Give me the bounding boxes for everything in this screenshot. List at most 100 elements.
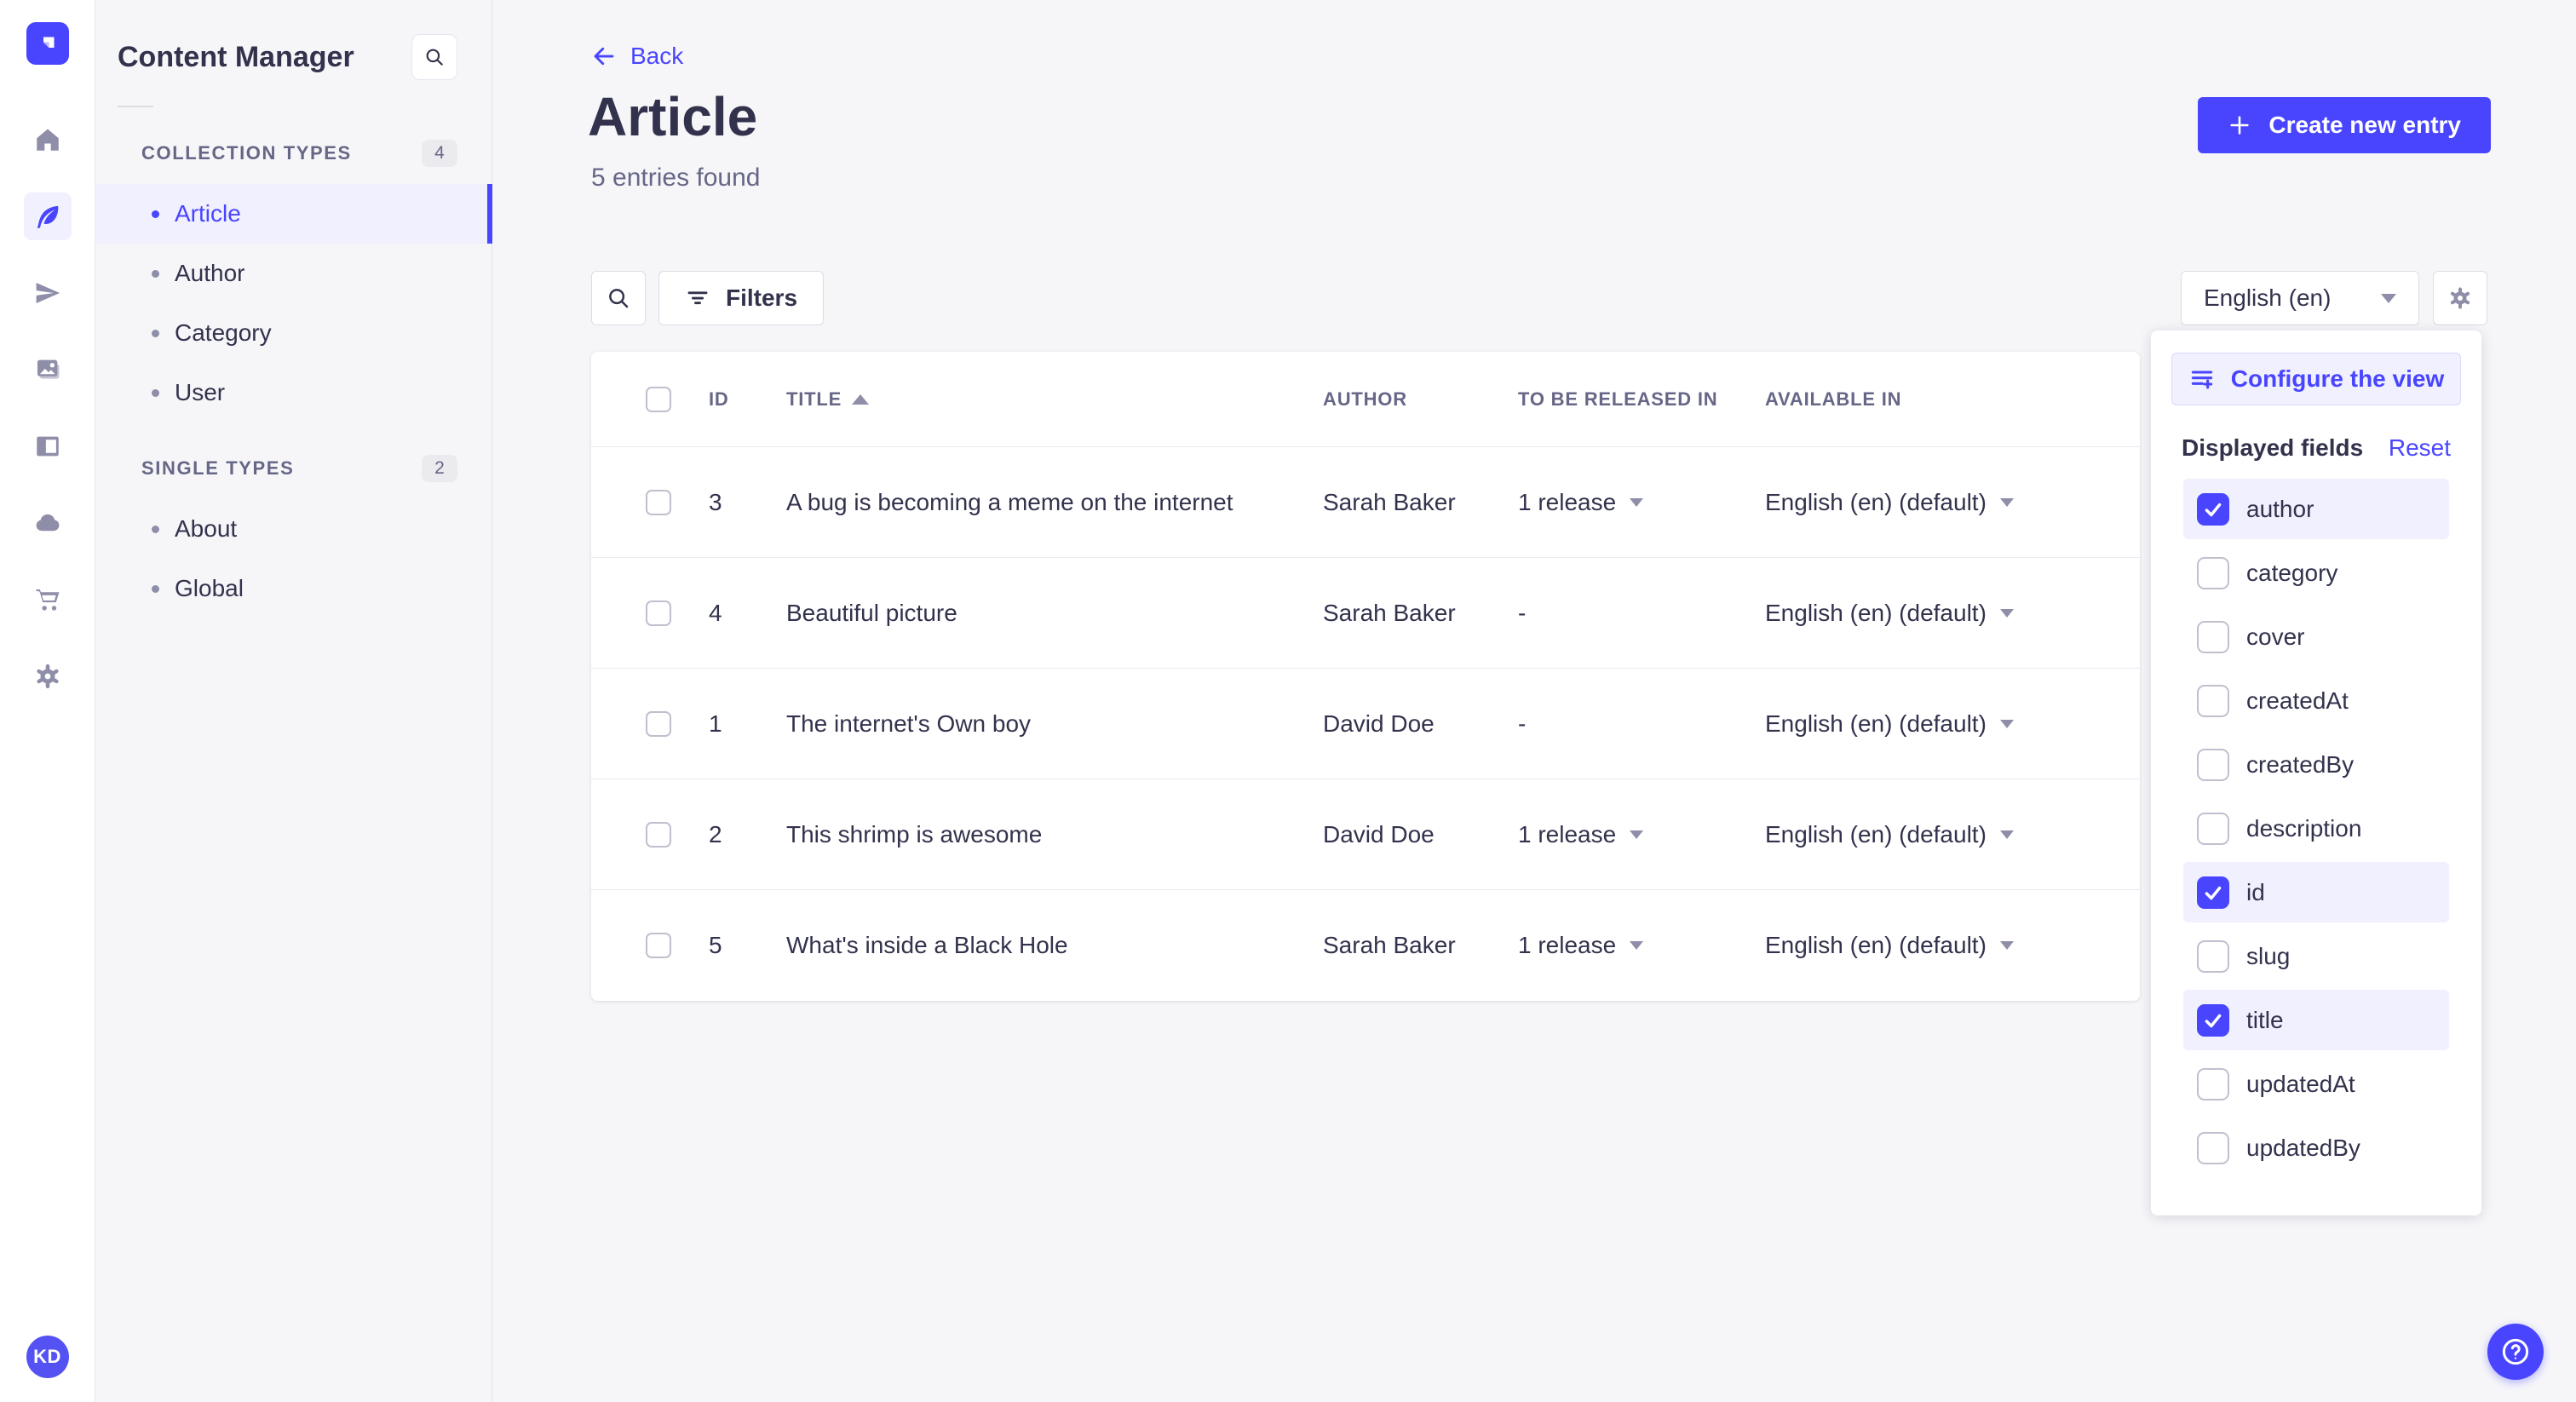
sidebar-search-button[interactable]: [411, 34, 457, 80]
field-checkbox[interactable]: [2197, 1067, 2229, 1100]
field-checkbox[interactable]: [2197, 812, 2229, 845]
field-label: createdAt: [2246, 687, 2349, 714]
available-locales-dropdown[interactable]: English (en) (default): [1765, 710, 2140, 738]
bullet-icon: [152, 329, 159, 337]
release-dropdown[interactable]: -: [1518, 710, 1765, 738]
search-entries-button[interactable]: [591, 271, 646, 325]
column-header-available-in[interactable]: AVAILABLE IN: [1765, 388, 2140, 411]
bullet-icon: [152, 269, 159, 278]
row-checkbox[interactable]: [646, 600, 671, 626]
sidebar-item[interactable]: Article: [95, 184, 492, 244]
content-manager-sidebar: Content Manager COLLECTION TYPES 4 Artic…: [95, 0, 492, 1402]
cell-author: Sarah Baker: [1323, 488, 1456, 515]
home-nav-button[interactable]: [24, 116, 72, 164]
collection-types-list: Article Author Category User: [95, 184, 492, 422]
content-type-builder-nav-button[interactable]: [24, 422, 72, 470]
table-row[interactable]: 5 What's inside a Black Hole Sarah Baker…: [591, 890, 2140, 1001]
field-label: description: [2246, 814, 2362, 842]
field-checkbox[interactable]: [2197, 876, 2229, 909]
select-all-checkbox[interactable]: [646, 386, 671, 412]
sidebar-item[interactable]: User: [95, 363, 492, 422]
cell-title: Beautiful picture: [786, 599, 957, 626]
column-header-author[interactable]: AUTHOR: [1323, 388, 1518, 411]
cell-id: 2: [709, 820, 722, 848]
field-checkbox[interactable]: [2197, 1131, 2229, 1164]
row-checkbox[interactable]: [646, 710, 671, 737]
bullet-icon: [152, 525, 159, 533]
table-row[interactable]: 1 The internet's Own boy David Doe - Eng…: [591, 669, 2140, 779]
column-header-to-be-released-in[interactable]: TO BE RELEASED IN: [1518, 388, 1765, 411]
user-avatar[interactable]: KD: [26, 1336, 69, 1378]
sidebar-item[interactable]: About: [95, 499, 492, 559]
release-dropdown[interactable]: 1 release: [1518, 489, 1765, 516]
sidebar-item-label: Author: [175, 260, 245, 286]
reset-link[interactable]: Reset: [2389, 434, 2451, 462]
field-checkbox[interactable]: [2197, 620, 2229, 653]
locale-select[interactable]: English (en): [2181, 271, 2419, 325]
field-label: slug: [2246, 942, 2291, 969]
available-locales-dropdown[interactable]: English (en) (default): [1765, 489, 2140, 516]
field-toggle-row[interactable]: description: [2183, 798, 2449, 859]
field-checkbox[interactable]: [2197, 556, 2229, 589]
available-locales-dropdown[interactable]: English (en) (default): [1765, 821, 2140, 848]
release-dropdown[interactable]: -: [1518, 600, 1765, 627]
field-checkbox[interactable]: [2197, 492, 2229, 526]
field-checkbox[interactable]: [2197, 939, 2229, 973]
field-toggle-row[interactable]: author: [2183, 479, 2449, 539]
field-checkbox[interactable]: [2197, 684, 2229, 717]
release-dropdown[interactable]: 1 release: [1518, 821, 1765, 848]
cloud-nav-button[interactable]: [24, 499, 72, 547]
field-toggle-row[interactable]: createdAt: [2183, 670, 2449, 731]
view-settings-button[interactable]: [2433, 271, 2487, 325]
media-library-nav-button[interactable]: [24, 346, 72, 394]
create-new-entry-button[interactable]: Create new entry: [2198, 97, 2491, 153]
field-checkbox[interactable]: [2197, 748, 2229, 781]
field-label: updatedAt: [2246, 1070, 2355, 1097]
field-checkbox[interactable]: [2197, 1003, 2229, 1037]
field-label: category: [2246, 559, 2338, 586]
available-locales-dropdown[interactable]: English (en) (default): [1765, 600, 2140, 627]
cell-title: The internet's Own boy: [786, 710, 1032, 737]
table-row[interactable]: 3 A bug is becoming a meme on the intern…: [591, 447, 2140, 558]
configure-the-view-button[interactable]: Configure the view: [2171, 353, 2461, 405]
sort-ascending-icon: [852, 394, 870, 405]
sidebar-divider: [118, 106, 153, 107]
create-new-entry-label: Create new entry: [2268, 112, 2461, 138]
row-checkbox[interactable]: [646, 821, 671, 848]
row-checkbox[interactable]: [646, 489, 671, 515]
releases-nav-button[interactable]: [24, 269, 72, 317]
settings-nav-button[interactable]: [24, 652, 72, 700]
content-manager-nav-button[interactable]: [23, 192, 72, 240]
collection-types-section: COLLECTION TYPES 4 Article Author Catego…: [95, 140, 492, 422]
gear-icon: [33, 662, 62, 691]
field-toggle-row[interactable]: title: [2183, 990, 2449, 1050]
field-toggle-row[interactable]: id: [2183, 862, 2449, 922]
field-toggle-row[interactable]: updatedBy: [2183, 1118, 2449, 1178]
main-nav-rail: KD: [0, 0, 95, 1402]
field-toggle-row[interactable]: updatedAt: [2183, 1054, 2449, 1114]
chevron-down-icon: [1630, 830, 1644, 839]
field-toggle-row[interactable]: category: [2183, 543, 2449, 603]
check-icon: [2205, 1014, 2222, 1027]
help-button[interactable]: [2487, 1324, 2544, 1380]
release-dropdown[interactable]: 1 release: [1518, 932, 1765, 959]
sidebar-item[interactable]: Global: [95, 559, 492, 618]
cell-id: 5: [709, 932, 722, 958]
marketplace-nav-button[interactable]: [24, 576, 72, 623]
sidebar-item[interactable]: Author: [95, 244, 492, 303]
filters-button[interactable]: Filters: [658, 271, 825, 325]
table-row[interactable]: 4 Beautiful picture Sarah Baker - Englis…: [591, 558, 2140, 669]
sidebar-item[interactable]: Category: [95, 303, 492, 363]
field-toggle-row[interactable]: createdBy: [2183, 734, 2449, 795]
column-header-id[interactable]: ID: [709, 388, 786, 411]
field-toggle-row[interactable]: cover: [2183, 606, 2449, 667]
field-toggle-row[interactable]: slug: [2183, 926, 2449, 986]
back-link[interactable]: Back: [591, 43, 683, 70]
available-locales-dropdown[interactable]: English (en) (default): [1765, 932, 2140, 959]
column-header-title[interactable]: TITLE: [786, 388, 1323, 411]
chevron-down-icon: [2381, 293, 2396, 303]
row-checkbox[interactable]: [646, 933, 671, 958]
rail-nav: [23, 116, 72, 700]
table-row[interactable]: 2 This shrimp is awesome David Doe 1 rel…: [591, 779, 2140, 890]
displayed-fields-list: author category cover createdAt createdB…: [2171, 479, 2461, 1178]
